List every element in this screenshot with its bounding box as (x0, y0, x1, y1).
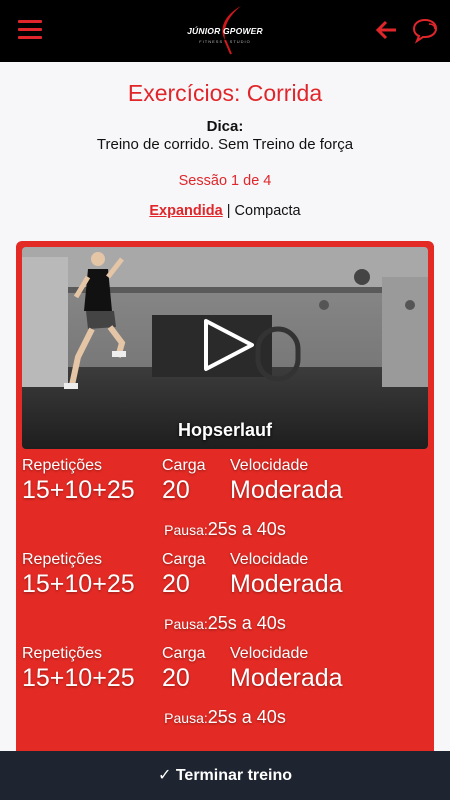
finish-workout-button[interactable]: ✓ Terminar treino (0, 751, 450, 800)
rest-info: Pausa:25s a 40s (22, 707, 428, 728)
rest-value: 25s a 40s (207, 707, 286, 727)
rest-value: 25s a 40s (207, 613, 286, 633)
tip-label: Dica: (206, 118, 244, 135)
top-app-bar: JÚNIOR GPOWER FITNESS · STUDIO (0, 0, 450, 62)
chat-bubbles-icon[interactable] (412, 16, 438, 44)
reps-label: Repetições (22, 551, 103, 568)
hamburger-menu-icon[interactable] (18, 20, 42, 42)
rest-label: Pausa: (164, 522, 208, 538)
load-value: 20 (162, 476, 190, 504)
rest-label: Pausa: (164, 616, 208, 632)
session-counter: Sessão 1 de 4 (178, 173, 272, 189)
reps-label: Repetições (22, 645, 103, 662)
load-label: Carga (162, 645, 206, 662)
exercise-card: Hopserlauf Repetições Carga Velocidade 1… (16, 241, 434, 781)
load-value: 20 (162, 664, 190, 692)
exercise-name: Hopserlauf (177, 420, 273, 440)
app-logo: JÚNIOR GPOWER FITNESS · STUDIO (185, 6, 265, 56)
rest-value: 25s a 40s (207, 519, 286, 539)
reps-value: 15+10+25 (22, 664, 135, 692)
logo-text: JÚNIOR GPOWER (187, 26, 263, 36)
view-mode-toggle: Expandida | Compacta (0, 203, 450, 219)
reps-value: 15+10+25 (22, 476, 135, 504)
tip-text: Treino de corrido. Sem Treino de força (96, 136, 354, 153)
speed-label: Velocidade (230, 457, 309, 474)
reps-label: Repetições (22, 457, 103, 474)
speed-value: Moderada (230, 476, 343, 504)
arrow-left-icon[interactable] (374, 18, 398, 42)
page-title: Exercícios: Corrida (127, 80, 323, 106)
logo-subtext: FITNESS · STUDIO (199, 39, 251, 44)
exercise-set: Repetições Carga Velocidade 15+10+25 20 … (22, 457, 428, 551)
speed-value: Moderada (230, 570, 343, 598)
rest-label: Pausa: (164, 710, 208, 726)
load-label: Carga (162, 551, 206, 568)
view-separator: | (222, 203, 235, 219)
exercise-set: Repetições Carga Velocidade 15+10+25 20 … (22, 551, 428, 645)
exercise-video[interactable]: Hopserlauf (22, 247, 428, 449)
rest-info: Pausa:25s a 40s (22, 519, 428, 540)
reps-value: 15+10+25 (22, 570, 135, 598)
load-value: 20 (162, 570, 190, 598)
view-compact-link[interactable]: Compacta (235, 203, 301, 219)
view-expanded-link[interactable]: Expandida (149, 203, 222, 219)
exercise-set: Repetições Carga Velocidade 15+10+25 20 … (22, 645, 428, 739)
rest-info: Pausa:25s a 40s (22, 613, 428, 634)
speed-label: Velocidade (230, 551, 309, 568)
speed-value: Moderada (230, 664, 343, 692)
play-icon[interactable] (200, 317, 256, 373)
speed-label: Velocidade (230, 645, 309, 662)
load-label: Carga (162, 457, 206, 474)
